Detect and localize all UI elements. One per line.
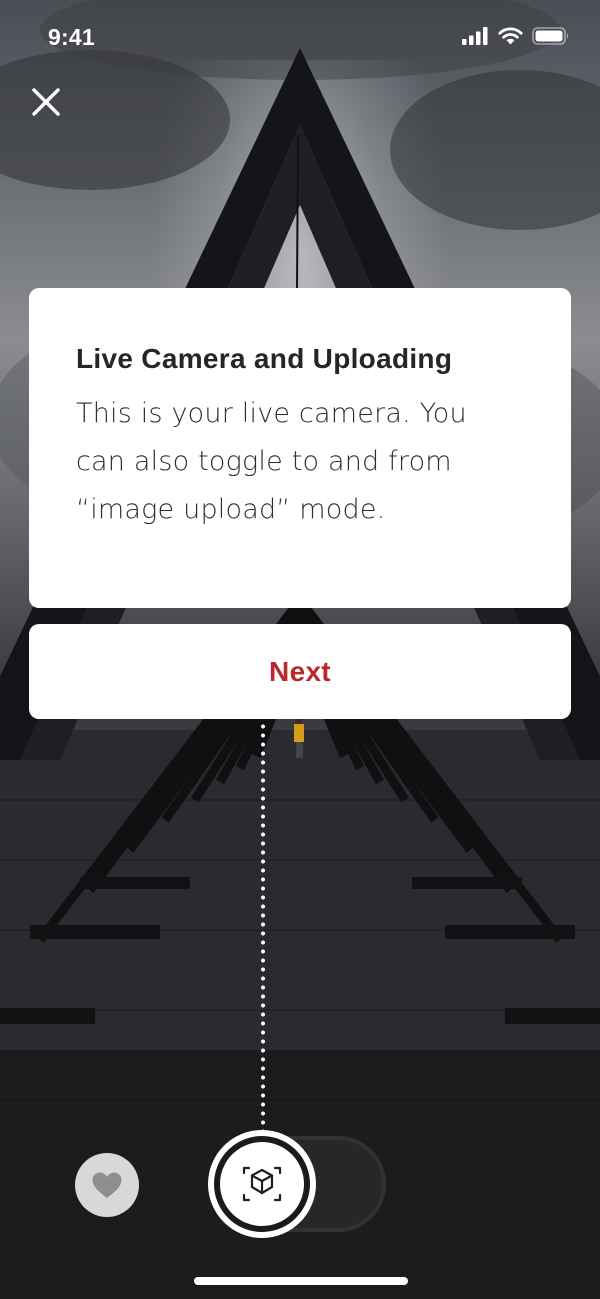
- cellular-signal-icon: [462, 27, 488, 45]
- ar-cube-icon: [242, 1166, 282, 1202]
- coach-mark-pointer: [261, 722, 265, 1130]
- close-button[interactable]: [28, 84, 64, 120]
- next-button-label: Next: [269, 655, 331, 687]
- heart-icon: [92, 1172, 122, 1198]
- capture-button[interactable]: [208, 1130, 316, 1238]
- status-bar: 9:41: [0, 0, 600, 74]
- coach-mark-card: Live Camera and Uploading This is your l…: [29, 288, 571, 608]
- close-icon: [32, 88, 60, 116]
- home-indicator: [194, 1277, 408, 1285]
- status-icons: [462, 27, 570, 45]
- camera-screen: 9:41 Live Camera and Uploading This is y…: [0, 0, 600, 1299]
- battery-icon: [532, 27, 569, 45]
- wifi-icon: [498, 27, 523, 45]
- next-button[interactable]: Next: [29, 624, 571, 719]
- status-time: 9:41: [48, 24, 95, 50]
- coach-mark-body: This is your live camera. You can also t…: [76, 398, 467, 525]
- favorite-button[interactable]: [75, 1153, 139, 1217]
- coach-mark-title: Live Camera and Uploading: [76, 343, 453, 374]
